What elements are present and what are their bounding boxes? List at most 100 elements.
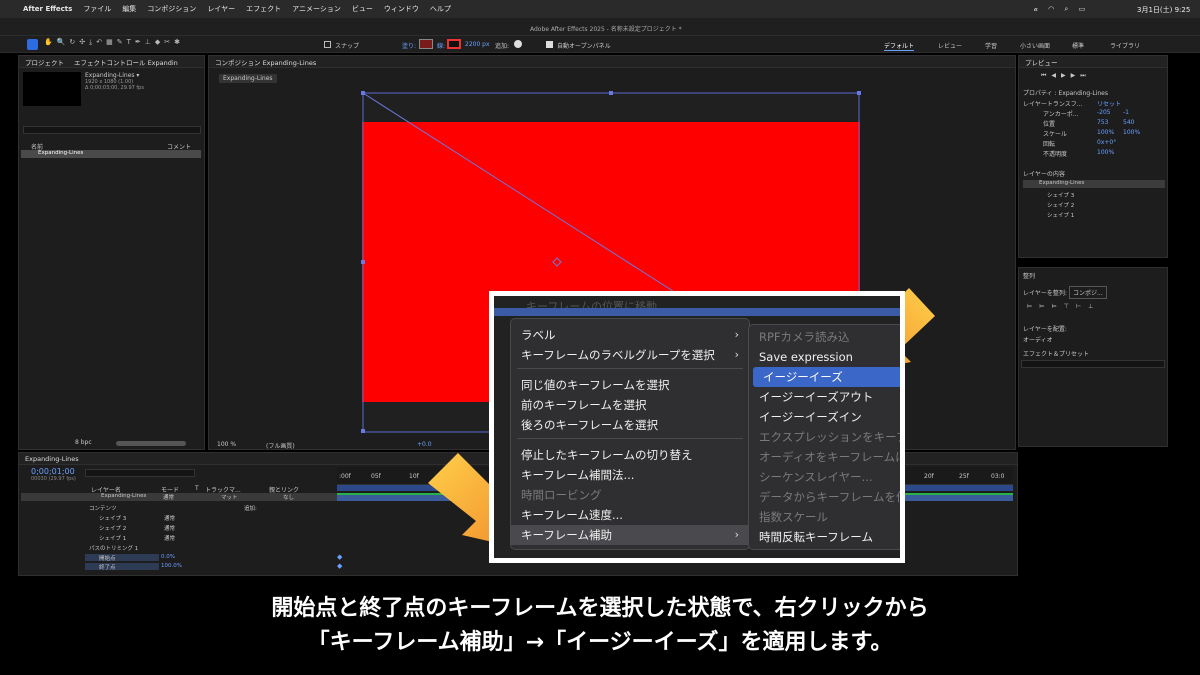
menu-edit[interactable]: 編集 bbox=[122, 4, 136, 14]
submenu-easy-ease-in[interactable]: イージーイーズイン bbox=[749, 407, 900, 427]
submenu-time-reverse[interactable]: 時間反転キーフレーム bbox=[749, 527, 900, 547]
project-panel: プロジェクト エフェクトコントロール Expandin Expanding-Li… bbox=[18, 55, 205, 450]
prop-position-y[interactable]: 540 bbox=[1123, 119, 1134, 126]
shape3-row[interactable]: シェイプ 3 bbox=[99, 514, 126, 522]
trim-paths-row[interactable]: パスのトリミング 1 bbox=[89, 544, 138, 552]
layer-row-mode[interactable]: 通常 bbox=[163, 493, 174, 501]
keyframe-end-icon[interactable]: ◆ bbox=[337, 562, 342, 570]
tab-effect-controls[interactable]: エフェクトコントロール Expandin bbox=[74, 57, 178, 67]
tab-project[interactable]: プロジェクト bbox=[25, 57, 64, 67]
auto-open-checkbox[interactable] bbox=[546, 41, 553, 48]
zoom-select[interactable]: 100 % bbox=[217, 441, 236, 448]
workspace-libraries[interactable]: ライブラリ bbox=[1110, 41, 1140, 50]
menu-window[interactable]: ウィンドウ bbox=[384, 4, 419, 14]
shape1-mode[interactable]: 通常 bbox=[164, 534, 175, 542]
tutorial-caption: 開始点と終了点のキーフレームを選択した状態で、右クリックから 「キーフレーム補助… bbox=[0, 578, 1200, 675]
selection-tool-icon[interactable] bbox=[27, 39, 38, 50]
prop-scale-x[interactable]: 100% bbox=[1097, 129, 1114, 136]
layer-tree-root[interactable]: Expanding-Lines bbox=[1023, 180, 1165, 188]
layer-row-matte[interactable]: マット bbox=[221, 493, 238, 501]
shape1-row[interactable]: シェイプ 1 bbox=[99, 534, 126, 542]
prop-anchor-y[interactable]: -1 bbox=[1123, 109, 1129, 116]
start-point-value[interactable]: 0.0% bbox=[161, 554, 175, 560]
menu-item-label-group-text: キーフレームのラベルグループを選択 bbox=[521, 348, 715, 362]
tab-timeline[interactable]: Expanding-Lines bbox=[25, 455, 79, 463]
menu-effect[interactable]: エフェクト bbox=[246, 4, 281, 14]
menu-item-keyframe-assistant[interactable]: キーフレーム補助 › bbox=[511, 525, 749, 545]
end-point-row[interactable]: 終了点 bbox=[85, 563, 159, 571]
menu-item-label-group[interactable]: キーフレームのラベルグループを選択 › bbox=[511, 345, 749, 365]
add-button[interactable] bbox=[514, 40, 522, 48]
preview-controls[interactable]: ⏮◀▶▶⏭ bbox=[1041, 72, 1091, 80]
stroke-swatch[interactable] bbox=[447, 39, 461, 49]
ruler-03: 03:0 bbox=[991, 473, 1005, 480]
keyframe-context-menu: ラベル › キーフレームのラベルグループを選択 › 同じ値のキーフレームを選択 前の… bbox=[510, 318, 750, 550]
menu-item-select-prev[interactable]: 前のキーフレームを選択 bbox=[511, 395, 749, 415]
menu-help[interactable]: ヘルプ bbox=[430, 4, 451, 14]
layer-tree-shape1[interactable]: シェイプ 1 bbox=[1047, 211, 1074, 219]
menu-file[interactable]: ファイル bbox=[83, 4, 111, 14]
submenu-easy-ease[interactable]: イージーイーズ bbox=[753, 367, 900, 387]
timeline-search-input[interactable] bbox=[85, 469, 195, 477]
menu-item-toggle-hold[interactable]: 停止したキーフレームの切り替え bbox=[511, 445, 749, 465]
start-point-row[interactable]: 開始点 bbox=[85, 554, 159, 562]
align-panel: 整列 レイヤーを整列: コンポジ... ⊨⊨⊨⊤⊢⊥ レイヤーを配置: オーディ… bbox=[1018, 267, 1168, 447]
workspace-small[interactable]: 小さい画面 bbox=[1020, 41, 1050, 50]
project-item-name[interactable]: Expanding-Lines ▾ bbox=[85, 72, 139, 79]
menu-view[interactable]: ビュー bbox=[352, 4, 373, 14]
tool-icons[interactable]: ✋🔍↻✣⤓↶▦✎T✒⊥◆✂✱ bbox=[44, 38, 184, 47]
audio-title: オーディオ bbox=[1023, 337, 1053, 344]
submenu-easy-ease-out[interactable]: イージーイーズアウト bbox=[749, 387, 900, 407]
submenu-save-expression[interactable]: Save expression bbox=[749, 347, 900, 367]
layer-tree-shape2[interactable]: シェイプ 2 bbox=[1047, 201, 1074, 209]
project-scrollbar[interactable] bbox=[116, 441, 186, 446]
search-icon[interactable]: ⌕ bbox=[1064, 5, 1068, 13]
reset-link[interactable]: リセット bbox=[1097, 99, 1121, 108]
menu-layer[interactable]: レイヤー bbox=[207, 4, 235, 14]
menu-item-interpolation[interactable]: キーフレーム補間法... bbox=[511, 465, 749, 485]
workspace-learn[interactable]: 学習 bbox=[985, 41, 997, 50]
prop-anchor-x[interactable]: -205 bbox=[1097, 109, 1111, 116]
workspace-standard[interactable]: 標準 bbox=[1072, 41, 1084, 50]
menu-animation[interactable]: アニメーション bbox=[292, 4, 341, 14]
prop-opacity-value[interactable]: 100% bbox=[1097, 149, 1114, 156]
contents-label[interactable]: コンテンツ bbox=[89, 504, 117, 512]
quality-select[interactable]: (フル画質) bbox=[266, 441, 295, 450]
timecode[interactable]: 0;00;01;00 bbox=[31, 467, 75, 476]
menu-item-select-same[interactable]: 同じ値のキーフレームを選択 bbox=[511, 375, 749, 395]
shape3-mode[interactable]: 通常 bbox=[164, 514, 175, 522]
align-buttons[interactable]: ⊨⊨⊨⊤⊢⊥ bbox=[1027, 303, 1100, 310]
menu-item-select-next[interactable]: 後ろのキーフレームを選択 bbox=[511, 415, 749, 435]
workspace-review[interactable]: レビュー bbox=[938, 41, 962, 50]
bpc-label[interactable]: 8 bpc bbox=[75, 439, 92, 446]
wifi-icon[interactable]: ◠ bbox=[1048, 5, 1054, 13]
menu-app[interactable]: After Effects bbox=[23, 5, 72, 13]
shape2-mode[interactable]: 通常 bbox=[164, 524, 175, 532]
project-row-selected[interactable]: Expanding-Lines bbox=[21, 150, 201, 158]
prop-rotation-value[interactable]: 0x+0° bbox=[1097, 139, 1116, 146]
tab-composition[interactable]: コンポジション Expanding-Lines bbox=[215, 57, 316, 67]
shape2-row[interactable]: シェイプ 2 bbox=[99, 524, 126, 532]
menu-item-velocity[interactable]: キーフレーム速度... bbox=[511, 505, 749, 525]
align-to-select[interactable]: コンポジ... bbox=[1069, 286, 1107, 299]
control-center-icon[interactable]: ▭ bbox=[1079, 5, 1086, 13]
project-search-input[interactable] bbox=[23, 126, 201, 134]
fill-swatch[interactable] bbox=[419, 39, 433, 49]
effects-search-input[interactable] bbox=[1021, 360, 1165, 368]
col-t[interactable]: T bbox=[195, 485, 199, 492]
prop-scale-y[interactable]: 100% bbox=[1123, 129, 1140, 136]
contents-add-label[interactable]: 追加: bbox=[244, 504, 257, 512]
keyframe-start-icon[interactable]: ◆ bbox=[337, 553, 342, 561]
prop-position-x[interactable]: 753 bbox=[1097, 119, 1108, 126]
end-point-value[interactable]: 100.0% bbox=[161, 563, 182, 569]
snap-checkbox[interactable] bbox=[324, 41, 331, 48]
menu-item-label[interactable]: ラベル › bbox=[511, 325, 749, 345]
layer-row-parent[interactable]: なし bbox=[283, 493, 294, 501]
layer-tree-shape3[interactable]: シェイプ 3 bbox=[1047, 191, 1074, 199]
comp-subtab[interactable]: Expanding-Lines bbox=[219, 74, 277, 83]
menu-composition[interactable]: コンポジション bbox=[147, 4, 196, 14]
layer-row[interactable]: Expanding-Lines 通常 マット なし bbox=[21, 493, 337, 501]
workspace-default[interactable]: デフォルト bbox=[884, 41, 915, 51]
ae-icon[interactable]: 𝒶 bbox=[1034, 5, 1038, 13]
stroke-width[interactable]: 2200 px bbox=[465, 41, 490, 48]
